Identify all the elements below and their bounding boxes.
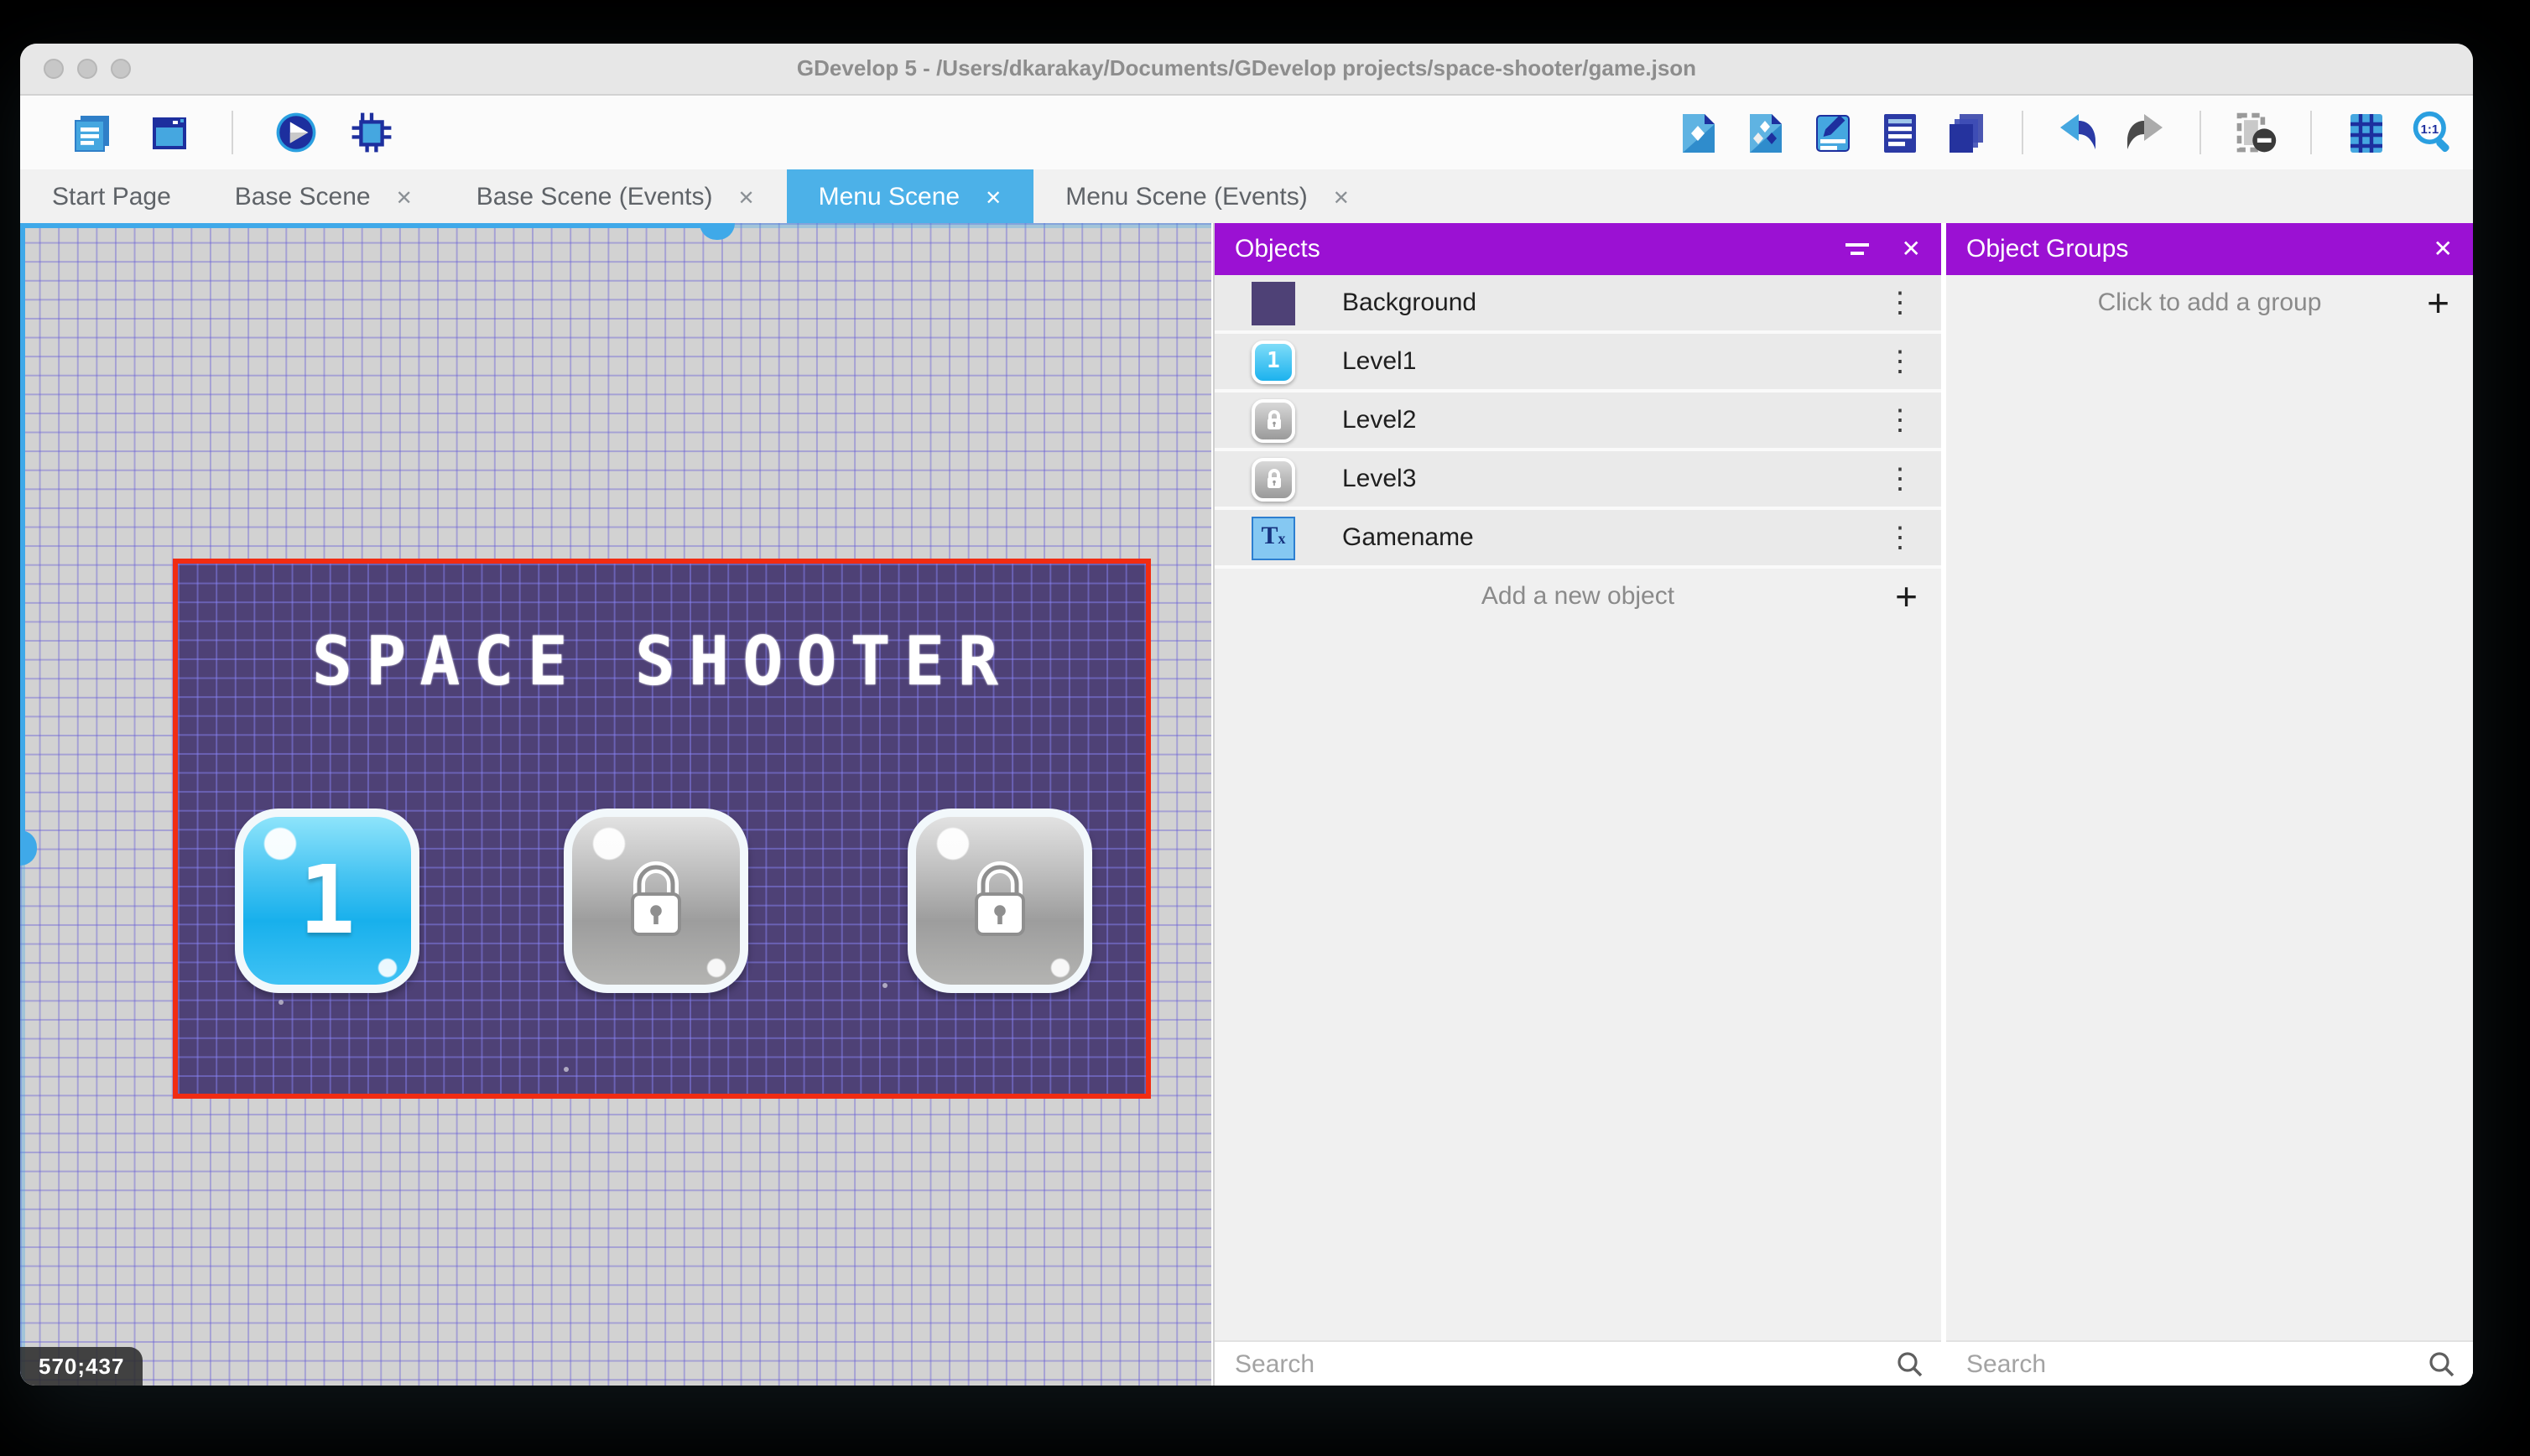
close-tab-icon[interactable]: ✕ xyxy=(738,185,755,209)
grid-icon[interactable] xyxy=(2344,110,2389,155)
vertical-scrollbar-handle[interactable] xyxy=(20,830,37,866)
object-row-level1[interactable]: 1 Level1 ⋮ xyxy=(1215,334,1941,393)
scene-canvas[interactable]: SPACE SHOOTER 1 570;437 xyxy=(20,223,1211,1386)
svg-text:1:1: 1:1 xyxy=(2421,122,2439,136)
kebab-menu-icon[interactable]: ⋮ xyxy=(1886,465,1914,493)
kebab-menu-icon[interactable]: ⋮ xyxy=(1886,523,1914,552)
tab-label: Menu Scene (Events) xyxy=(1065,183,1308,211)
content: SPACE SHOOTER 1 570;437 Objects ✕ Backgr… xyxy=(20,223,2473,1386)
tab-menu-scene[interactable]: Menu Scene ✕ xyxy=(786,169,1034,225)
object-groups-editor-icon[interactable] xyxy=(1743,110,1788,155)
close-panel-icon[interactable]: ✕ xyxy=(1902,235,1921,263)
lock-thumbnail-icon xyxy=(1252,398,1295,442)
kebab-menu-icon[interactable]: ⋮ xyxy=(1886,406,1914,434)
horizontal-scrollbar-handle[interactable] xyxy=(700,223,735,240)
add-object-label: Add a new object xyxy=(1481,582,1675,611)
level2-locked-sprite[interactable] xyxy=(564,809,748,993)
gdevelop-window: GDevelop 5 - /Users/dkarakay/Documents/G… xyxy=(20,44,2473,1386)
tab-menu-scene-events[interactable]: Menu Scene (Events) ✕ xyxy=(1033,169,1382,225)
plus-icon: + xyxy=(2427,280,2449,324)
object-row-level2[interactable]: Level2 ⋮ xyxy=(1215,393,1941,451)
window-mask-icon[interactable] xyxy=(2233,110,2278,155)
level1-thumbnail-icon: 1 xyxy=(1252,340,1295,383)
scene-properties-icon[interactable] xyxy=(1810,110,1856,155)
lock-icon xyxy=(975,861,1025,936)
object-name: Level1 xyxy=(1342,347,1417,376)
object-name: Background xyxy=(1342,289,1477,317)
filter-icon[interactable] xyxy=(1845,237,1871,261)
object-name: Gamename xyxy=(1342,523,1474,552)
undo-icon[interactable] xyxy=(2055,110,2101,155)
cursor-coordinates-badge: 570;437 xyxy=(20,1347,143,1386)
objects-panel-header: Objects ✕ xyxy=(1215,223,1941,275)
objects-search-bar xyxy=(1215,1340,1941,1386)
groups-search-input[interactable] xyxy=(1963,1348,2428,1380)
level-number: 1 xyxy=(299,846,356,955)
close-tab-icon[interactable]: ✕ xyxy=(985,185,1002,209)
kebab-menu-icon[interactable]: ⋮ xyxy=(1886,289,1914,317)
toolbar-divider xyxy=(232,111,233,154)
objects-search-input[interactable] xyxy=(1231,1348,1896,1380)
add-group-button[interactable]: Click to add a group + xyxy=(1946,275,2473,330)
add-new-object-button[interactable]: Add a new object + xyxy=(1215,569,1941,624)
close-window-button[interactable] xyxy=(44,59,64,79)
objects-panel-title: Objects xyxy=(1235,235,1320,263)
toolbar-divider xyxy=(2310,111,2312,154)
plus-icon: + xyxy=(1895,574,1918,617)
search-icon xyxy=(2429,1351,2455,1376)
tab-base-scene[interactable]: Base Scene ✕ xyxy=(203,169,445,225)
add-group-label: Click to add a group xyxy=(2097,289,2322,317)
search-icon xyxy=(1898,1351,1923,1376)
object-row-level3[interactable]: Level3 ⋮ xyxy=(1215,451,1941,510)
tab-label: Base Scene xyxy=(234,183,371,211)
objects-editor-icon[interactable] xyxy=(1676,110,1721,155)
zoom-window-button[interactable] xyxy=(111,59,131,79)
scene-game-title: SPACE SHOOTER xyxy=(311,624,1013,701)
screen: GDevelop 5 - /Users/dkarakay/Documents/G… xyxy=(0,0,2530,1456)
debug-icon[interactable] xyxy=(349,110,394,155)
object-name: Level3 xyxy=(1342,465,1417,493)
text-object-thumbnail-icon: Tx xyxy=(1252,516,1295,559)
object-name: Level2 xyxy=(1342,406,1417,434)
window-title: GDevelop 5 - /Users/dkarakay/Documents/G… xyxy=(796,55,1697,81)
object-row-gamename[interactable]: Tx Gamename ⋮ xyxy=(1215,510,1941,569)
background-thumbnail-icon xyxy=(1252,281,1295,325)
toolbar: 1:1 xyxy=(20,96,2473,169)
project-manager-icon[interactable] xyxy=(70,110,116,155)
object-groups-panel-title: Object Groups xyxy=(1966,235,2129,263)
minimize-window-button[interactable] xyxy=(77,59,97,79)
object-row-background[interactable]: Background ⋮ xyxy=(1215,275,1941,334)
tab-base-scene-events[interactable]: Base Scene (Events) ✕ xyxy=(445,169,787,225)
level3-locked-sprite[interactable] xyxy=(908,809,1092,993)
object-groups-panel: Object Groups ✕ Click to add a group + xyxy=(1946,223,2473,1386)
kebab-menu-icon[interactable]: ⋮ xyxy=(1886,347,1914,376)
zoom-1-1-icon[interactable]: 1:1 xyxy=(2411,110,2456,155)
tab-start-page[interactable]: Start Page xyxy=(20,169,203,225)
tab-label: Base Scene (Events) xyxy=(476,183,713,211)
close-tab-icon[interactable]: ✕ xyxy=(1333,185,1350,209)
play-icon[interactable] xyxy=(273,110,319,155)
lock-thumbnail-icon xyxy=(1252,457,1295,501)
groups-search-bar xyxy=(1946,1340,2473,1386)
layers-editor-icon[interactable] xyxy=(1944,110,1990,155)
tab-label: Start Page xyxy=(52,183,171,211)
preview-window-icon[interactable] xyxy=(146,110,191,155)
redo-icon[interactable] xyxy=(2122,110,2168,155)
selected-background-object[interactable]: SPACE SHOOTER 1 xyxy=(173,559,1151,1099)
lock-icon xyxy=(631,861,681,936)
toolbar-divider xyxy=(2199,111,2201,154)
toolbar-divider xyxy=(2022,111,2023,154)
object-groups-panel-header: Object Groups ✕ xyxy=(1946,223,2473,275)
close-tab-icon[interactable]: ✕ xyxy=(396,185,413,209)
tab-label: Menu Scene xyxy=(818,183,960,211)
objects-panel: Objects ✕ Background ⋮ 1 Level1 ⋮ Level2… xyxy=(1213,223,1941,1386)
close-panel-icon[interactable]: ✕ xyxy=(2434,235,2453,263)
titlebar: GDevelop 5 - /Users/dkarakay/Documents/G… xyxy=(20,44,2473,96)
instances-list-icon[interactable] xyxy=(1877,110,1923,155)
level1-button-sprite[interactable]: 1 xyxy=(235,809,419,993)
tab-bar: Start Page Base Scene ✕ Base Scene (Event… xyxy=(20,169,2473,225)
